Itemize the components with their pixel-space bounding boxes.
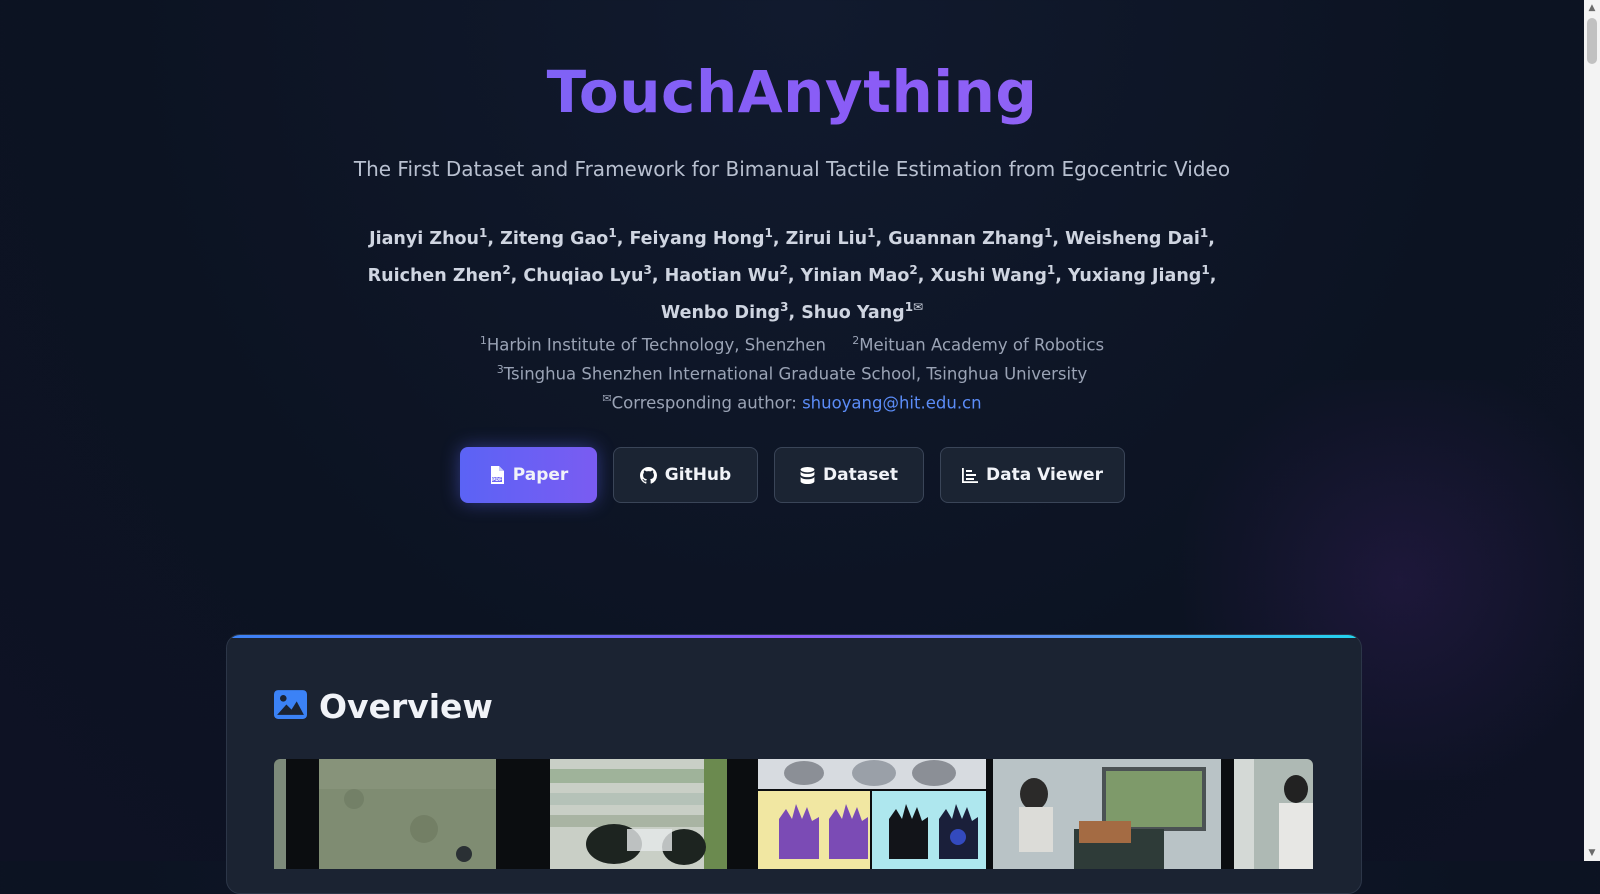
author-name: Yinian Mao — [800, 265, 910, 286]
paper-button[interactable]: PDF Paper — [460, 447, 597, 503]
pdf-file-icon: PDF — [489, 466, 505, 484]
dataset-button-label: Dataset — [823, 465, 898, 485]
affiliation-line-2: 3Tsinghua Shenzhen International Graduat… — [0, 363, 1584, 384]
author-affil-sup: 1 — [608, 226, 617, 240]
author-affil-sup: 1 — [1199, 226, 1209, 240]
thumbnail-store-shelves — [519, 759, 754, 869]
image-icon — [274, 690, 307, 723]
author-affil-sup: 1 — [1044, 226, 1053, 240]
bar-chart-icon — [962, 467, 979, 483]
overview-card: Overview — [226, 634, 1362, 894]
database-icon — [800, 466, 815, 484]
scroll-up-arrow-icon[interactable]: ▲ — [1584, 0, 1600, 16]
author-affil-sup: 1 — [764, 226, 773, 240]
affil-hit: Harbin Institute of Technology, Shenzhen — [486, 335, 827, 355]
card-accent-bar — [227, 635, 1361, 638]
affil-sup: 3 — [496, 363, 504, 376]
author-affil-sup: 2 — [502, 262, 511, 277]
author-name: Xushi Wang — [930, 265, 1047, 286]
author-affil-sup: 1 — [867, 226, 876, 240]
overview-thumbnails — [274, 759, 1313, 869]
corr-email-link[interactable]: shuoyang@hit.edu.cn — [802, 394, 982, 413]
scrollbar-thumb[interactable] — [1587, 18, 1597, 64]
author-affil-sup: 1 — [479, 226, 488, 240]
author-affil-sup: 1 — [1201, 262, 1210, 277]
author-affil-sup: 2 — [909, 262, 918, 277]
author-name: Chuqiao Lyu — [523, 265, 644, 286]
author-affil-sup: 3 — [643, 262, 652, 277]
author-name: Haotian Wu — [664, 265, 780, 286]
overview-title: Overview — [319, 687, 493, 726]
corresponding-author: ✉Corresponding author: shuoyang@hit.edu.… — [0, 392, 1584, 413]
github-icon — [639, 466, 657, 484]
author-affil-sup: 2 — [779, 262, 788, 277]
author-affil-sup: 1✉ — [904, 299, 924, 314]
corr-label: Corresponding author: — [611, 393, 803, 413]
dataset-button[interactable]: Dataset — [774, 447, 924, 503]
author-affil-sup: 1 — [1046, 262, 1056, 277]
scroll-down-arrow-icon[interactable]: ▼ — [1584, 845, 1600, 861]
author-name: Feiyang Hong — [629, 228, 765, 249]
author-name: Yuxiang Jiang — [1068, 265, 1202, 286]
thumbnail-indoor-room — [989, 759, 1229, 869]
affiliation-line-1: 1Harbin Institute of Technology, Shenzhe… — [0, 334, 1584, 355]
author-name: Wenbo Ding — [660, 302, 781, 323]
author-affil-sup: 3 — [780, 299, 789, 314]
author-name: Guannan Zhang — [888, 228, 1045, 249]
author-list: Jianyi Zhou1, Ziteng Gao1, Feiyang Hong1… — [367, 226, 1217, 323]
data-viewer-button[interactable]: Data Viewer — [940, 447, 1125, 503]
page: TouchAnything The First Dataset and Fram… — [0, 0, 1584, 894]
thumbnail-tactile-maps — [754, 759, 989, 869]
overview-header: Overview — [274, 687, 493, 726]
thumbnail-outdoor-grass — [274, 759, 519, 869]
page-subtitle: The First Dataset and Framework for Bima… — [353, 157, 1231, 181]
mail-icon: ✉ — [602, 392, 612, 405]
affil-meituan: Meituan Academy of Robotics — [859, 335, 1105, 355]
author-name: Jianyi Zhou — [369, 228, 480, 249]
affil-sup: 1 — [479, 334, 487, 347]
github-button-label: GitHub — [664, 465, 732, 485]
author-name: Ruichen Zhen — [367, 265, 503, 286]
link-buttons: PDF Paper GitHub Dataset Data Viewer — [0, 447, 1584, 505]
svg-text:PDF: PDF — [492, 477, 502, 483]
author-name: Ziteng Gao — [500, 228, 609, 249]
data-viewer-button-label: Data Viewer — [986, 465, 1103, 485]
github-button[interactable]: GitHub — [613, 447, 758, 503]
page-title: TouchAnything — [0, 58, 1584, 126]
author-name: Shuo Yang — [801, 302, 905, 323]
thumbnail-partial — [1229, 759, 1313, 869]
page-scrollbar[interactable]: ▲ ▼ — [1584, 0, 1600, 861]
paper-button-label: Paper — [512, 465, 569, 485]
affil-tsinghua: Tsinghua Shenzhen International Graduate… — [503, 364, 1088, 384]
overview-image-strip[interactable] — [274, 759, 1313, 869]
author-name: Zirui Liu — [785, 228, 868, 249]
author-name: Weisheng Dai — [1065, 228, 1200, 249]
